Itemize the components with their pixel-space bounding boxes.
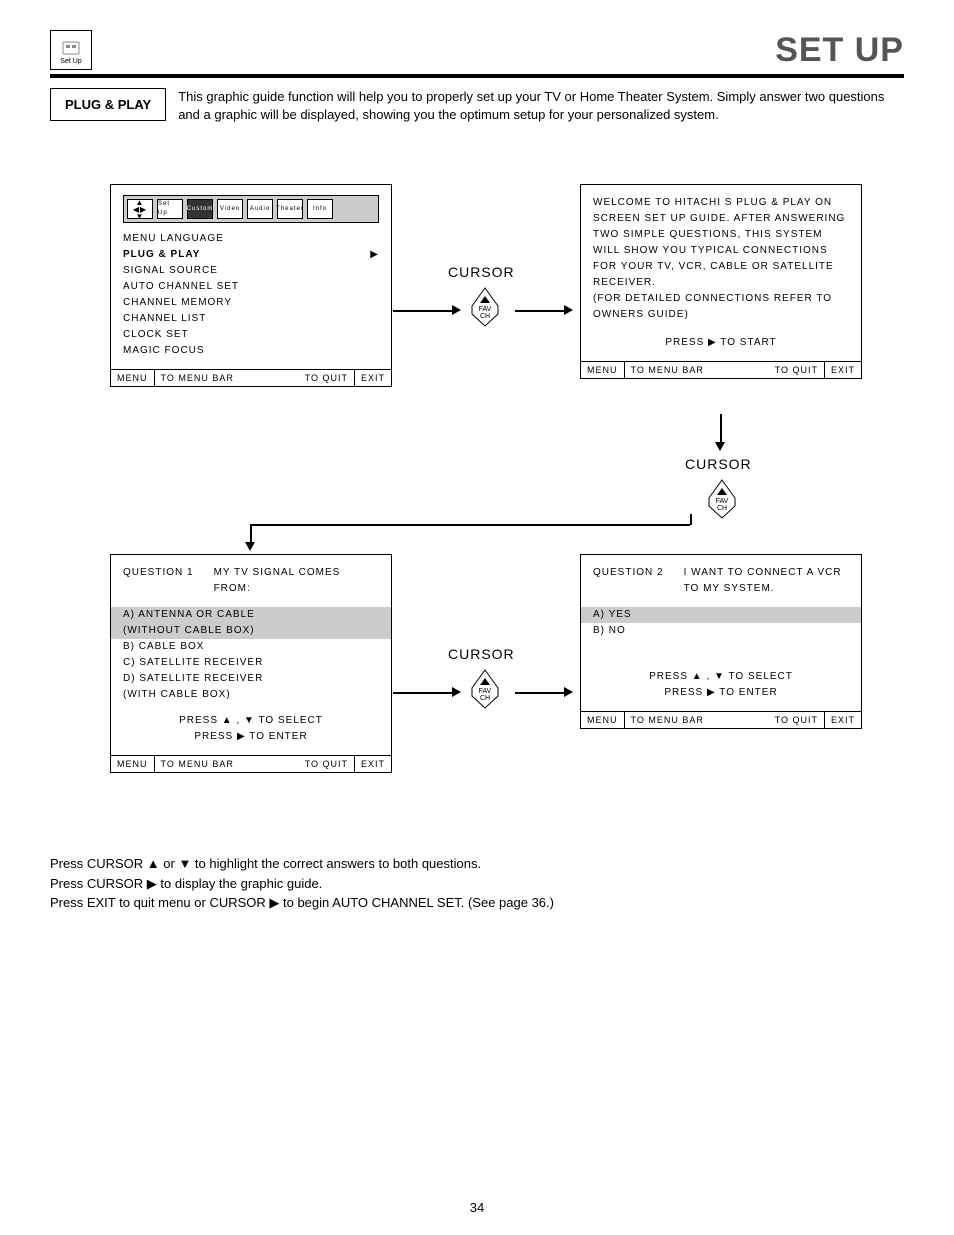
screen-setup-menu: ▲ ◀▶ ▼ Set Up Custom Video Audio Theater… <box>110 184 392 387</box>
menu-item: MENU LANGUAGE <box>123 231 379 247</box>
plug-and-play-box: PLUG & PLAY <box>50 88 166 121</box>
header-rule <box>50 74 904 78</box>
nav-arrows-icon: ▲ ◀▶ ▼ <box>127 199 153 219</box>
q2-press1: PRESS ▲ , ▼ TO SELECT <box>593 669 849 685</box>
menu-icon-info: Info <box>307 199 333 219</box>
menu-item: SIGNAL SOURCE <box>123 263 379 279</box>
menu-item: MAGIC FOCUS <box>123 343 379 359</box>
menu-icon-audio: Audio <box>247 199 273 219</box>
remote-cursor-button: FAVCH <box>468 286 502 328</box>
q2-label: QUESTION 2 <box>593 565 664 597</box>
screen-welcome: WELCOME TO HITACHI S PLUG & PLAY ON SCRE… <box>580 184 862 379</box>
menu-item: CHANNEL LIST <box>123 311 379 327</box>
option-item: A) ANTENNA OR CABLE <box>111 607 391 623</box>
setup-icon-label: Set Up <box>60 58 81 65</box>
menu-item: PLUG & PLAY ▶ <box>123 247 379 263</box>
menu-icon-setup: Set Up <box>157 199 183 219</box>
welcome-body2: (FOR DETAILED CONNECTIONS REFER TO OWNER… <box>593 291 849 323</box>
q1-press2: PRESS ▶ TO ENTER <box>123 729 379 745</box>
option-item: C) SATELLITE RECEIVER <box>123 655 379 671</box>
welcome-body: WELCOME TO HITACHI S PLUG & PLAY ON SCRE… <box>593 195 849 291</box>
osd-footer: MENU TO MENU BAR TO QUIT EXIT <box>581 361 861 378</box>
remote-cursor-button: FAVCH <box>705 478 739 520</box>
option-item: D) SATELLITE RECEIVER <box>123 671 379 687</box>
welcome-press: PRESS ▶ TO START <box>593 335 849 351</box>
menu-icon-custom: Custom <box>187 199 213 219</box>
cursor-label: CURSOR <box>448 264 515 280</box>
menu-icon-theater: Theater <box>277 199 303 219</box>
page-title: SET UP <box>775 31 904 70</box>
option-item: B) NO <box>593 623 849 639</box>
menu-icon-video: Video <box>217 199 243 219</box>
instruction-line: Press CURSOR ▲ or ▼ to highlight the cor… <box>50 854 904 874</box>
q2-text: I WANT TO CONNECT A VCR TO MY SYSTEM. <box>684 565 849 597</box>
instruction-line: Press EXIT to quit menu or CURSOR ▶ to b… <box>50 893 904 913</box>
page-number: 34 <box>0 1200 954 1215</box>
cursor-label: CURSOR <box>448 646 515 662</box>
menu-item: CHANNEL MEMORY <box>123 295 379 311</box>
remote-cursor-button: FAVCH <box>468 668 502 710</box>
option-item: (WITHOUT CABLE BOX) <box>111 623 391 639</box>
q1-press1: PRESS ▲ , ▼ TO SELECT <box>123 713 379 729</box>
option-item: B) CABLE BOX <box>123 639 379 655</box>
q1-label: QUESTION 1 <box>123 565 194 597</box>
menu-icons-row: ▲ ◀▶ ▼ Set Up Custom Video Audio Theater… <box>123 195 379 223</box>
flow-diagram: ▲ ◀▶ ▼ Set Up Custom Video Audio Theater… <box>50 184 904 834</box>
option-item: (WITH CABLE BOX) <box>123 687 379 703</box>
osd-footer: MENU TO MENU BAR TO QUIT EXIT <box>111 369 391 386</box>
screen-question1: QUESTION 1 MY TV SIGNAL COMES FROM: A) A… <box>110 554 392 773</box>
option-item: A) YES <box>581 607 861 623</box>
screen-question2: QUESTION 2 I WANT TO CONNECT A VCR TO MY… <box>580 554 862 729</box>
q2-press2: PRESS ▶ TO ENTER <box>593 685 849 701</box>
q1-text: MY TV SIGNAL COMES FROM: <box>214 565 379 597</box>
setup-icon: Set Up <box>50 30 92 70</box>
instruction-line: Press CURSOR ▶ to display the graphic gu… <box>50 874 904 894</box>
menu-item: AUTO CHANNEL SET <box>123 279 379 295</box>
intro-text: This graphic guide function will help yo… <box>178 88 904 124</box>
osd-footer: MENU TO MENU BAR TO QUIT EXIT <box>111 755 391 772</box>
menu-item: CLOCK SET <box>123 327 379 343</box>
osd-footer: MENU TO MENU BAR TO QUIT EXIT <box>581 711 861 728</box>
instructions: Press CURSOR ▲ or ▼ to highlight the cor… <box>50 854 904 913</box>
cursor-label: CURSOR <box>685 456 752 472</box>
